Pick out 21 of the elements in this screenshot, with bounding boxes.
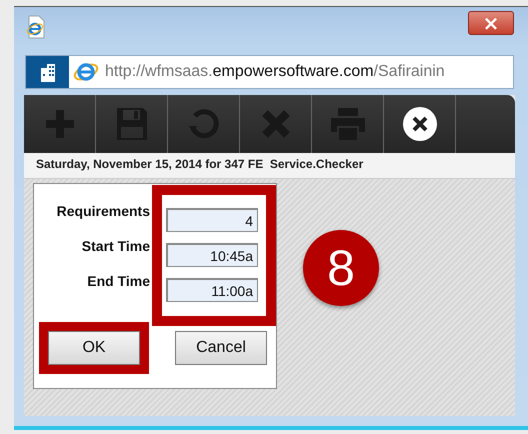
close-icon: [402, 106, 438, 142]
x-icon: [260, 109, 290, 139]
refresh-icon: [188, 108, 220, 140]
field-label: Start Time: [82, 237, 150, 256]
printer-icon: [330, 107, 366, 141]
url-text: http://wfmsaas.empowersoftware.com/Safirainin: [105, 63, 445, 81]
close-button[interactable]: ×: [468, 11, 514, 35]
plus-icon: [44, 108, 76, 140]
field-label: End Time: [87, 272, 150, 291]
field-label: Requirements: [56, 202, 150, 221]
browser-page-icon: [26, 15, 46, 39]
input-field[interactable]: 4: [166, 208, 258, 232]
step-badge: 8: [303, 230, 379, 306]
input-field[interactable]: 10:45a: [166, 243, 258, 267]
date-header: Saturday, November 15, 2014 for 347 FE Service.Checker: [24, 153, 515, 179]
building-icon: [38, 62, 56, 82]
input-field[interactable]: 11:00a: [166, 278, 258, 302]
address-bar[interactable]: http://wfmsaas.empowersoftware.com/Safirainin: [25, 55, 514, 89]
dialog-button[interactable]: Cancel: [175, 331, 267, 365]
dialog-button[interactable]: OK: [48, 331, 140, 365]
save-icon: [116, 107, 148, 141]
